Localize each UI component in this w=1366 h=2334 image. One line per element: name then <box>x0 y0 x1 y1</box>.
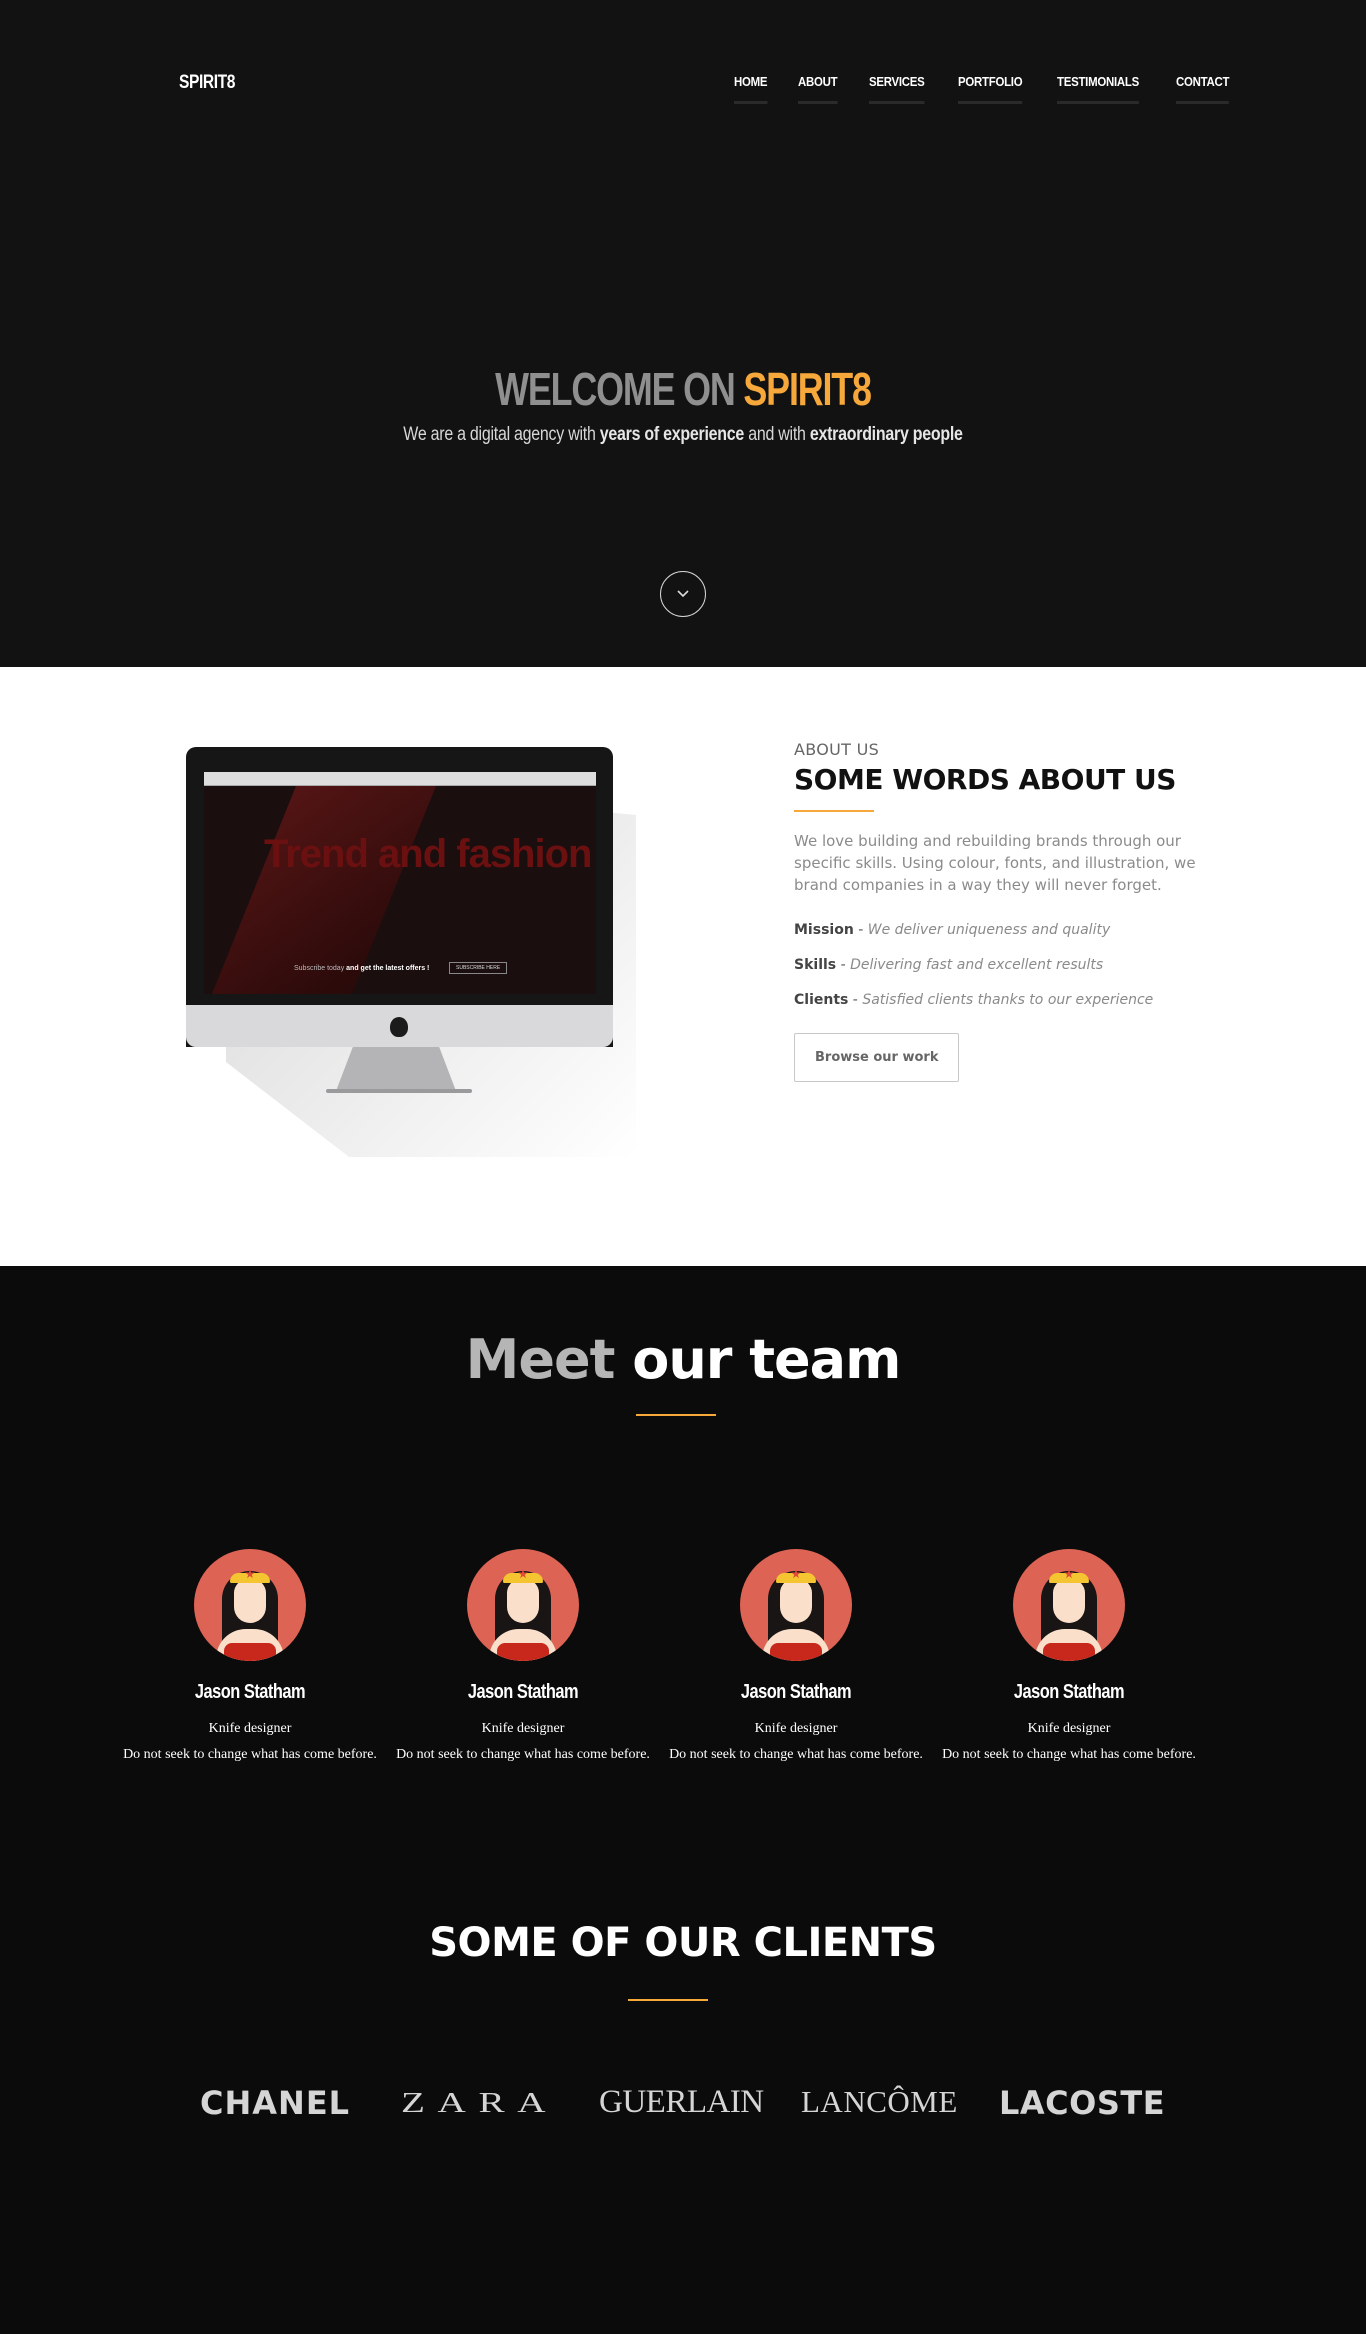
monitor-frame: Trend and fashion Subscribe today and ge… <box>186 747 613 1047</box>
about-item-text: We deliver uniqueness and quality <box>867 922 1111 938</box>
member-role: Knife designer <box>754 1721 838 1736</box>
screen-headline: Trend and fashion <box>264 832 592 876</box>
hero-sub-c: and with <box>748 424 806 445</box>
hero-title-part1: WELCOME ON <box>495 363 736 415</box>
hero-section: SPIRIT8 HOME ABOUT SERVICES PORTFOLIO TE… <box>0 0 1366 667</box>
screen-subscribe-a: Subscribe today <box>294 965 345 972</box>
team-title-b: our team <box>632 1328 901 1391</box>
about-list: Mission - We deliver uniqueness and qual… <box>794 922 1204 1008</box>
clients-title-a: SOME OF <box>429 1920 631 1966</box>
nav-portfolio[interactable]: PORTFOLIO <box>957 74 1022 104</box>
team-title: Meet our team <box>0 1328 1366 1391</box>
about-item-label: Mission <box>794 922 854 938</box>
clients-title: SOME OF OUR CLIENTS <box>0 1920 1366 1966</box>
about-item-mission: Mission - We deliver uniqueness and qual… <box>794 922 1111 938</box>
hero-sub-d: extraordinary people <box>809 424 963 445</box>
member-role: Knife designer <box>481 1721 565 1736</box>
member-role: Knife designer <box>208 1721 292 1736</box>
about-paragraph: We love building and rebuilding brands t… <box>794 832 1196 894</box>
member-description: Do not seek to change what has come befo… <box>396 1747 650 1762</box>
avatar <box>740 1549 852 1661</box>
client-logo-lancome: LANCÔME <box>801 2084 958 2119</box>
member-name: Jason Statham <box>1013 1681 1125 1703</box>
member-description: Do not seek to change what has come befo… <box>123 1747 377 1762</box>
browse-work-button[interactable]: Browse our work <box>794 1033 960 1082</box>
apple-logo-icon <box>390 1017 408 1037</box>
client-logo-chanel: CHANEL <box>200 2084 351 2122</box>
about-item-skills: Skills - Delivering fast and excellent r… <box>794 957 1104 973</box>
about-section: Trend and fashion Subscribe today and ge… <box>0 667 1366 1266</box>
about-divider <box>794 810 874 812</box>
screen-graphic <box>211 786 437 994</box>
client-logo-zara: ZARA <box>401 2088 559 2119</box>
member-description: Do not seek to change what has come befo… <box>669 1747 923 1762</box>
about-item-label: Clients <box>794 992 849 1008</box>
nav-home[interactable]: HOME <box>734 74 768 104</box>
screen-subscribe-b: and get the latest offers ! <box>346 965 430 972</box>
nav-about[interactable]: ABOUT <box>797 74 837 104</box>
client-logo-guerlain: GUERLAIN <box>599 2084 764 2120</box>
member-name: Jason Statham <box>194 1681 306 1703</box>
main-nav: HOME ABOUT SERVICES PORTFOLIO TESTIMONIA… <box>734 74 1262 104</box>
avatar <box>1013 1549 1125 1661</box>
monitor-base <box>326 1089 472 1093</box>
team-member: Jason Statham Knife designer Do not seek… <box>120 1549 380 1763</box>
nav-testimonials[interactable]: TESTIMONIALS <box>1056 74 1139 104</box>
clients-divider <box>628 1999 708 2001</box>
about-heading-a: SOME WORDS <box>794 763 1010 796</box>
avatar <box>194 1549 306 1661</box>
clients-section: SOME OF OUR CLIENTS CHANEL ZARA GUERLAIN… <box>0 1920 1366 2334</box>
team-title-a: Meet <box>465 1328 616 1391</box>
about-item-clients: Clients - Satisfied clients thanks to ou… <box>794 992 1154 1008</box>
about-item-text: Delivering fast and excellent results <box>850 957 1104 973</box>
scroll-down-button[interactable] <box>660 571 706 617</box>
team-section: Meet our team Jason Statham Knife design… <box>0 1266 1366 1920</box>
hero-subtitle: We are a digital agency with years of ex… <box>109 424 1256 446</box>
about-item-text: Satisfied clients thanks to our experien… <box>862 992 1154 1008</box>
monitor-illustration: Trend and fashion Subscribe today and ge… <box>186 747 656 1167</box>
hero-sub-b: years of experience <box>599 424 745 445</box>
team-divider <box>636 1414 716 1416</box>
about-item-label: Skills <box>794 957 837 973</box>
browser-bar <box>204 772 596 786</box>
member-role: Knife designer <box>1027 1721 1111 1736</box>
avatar <box>467 1549 579 1661</box>
nav-services[interactable]: SERVICES <box>868 74 924 104</box>
team-member: Jason Statham Knife designer Do not seek… <box>939 1549 1199 1763</box>
chevron-down-icon <box>677 590 689 598</box>
member-description: Do not seek to change what has come befo… <box>942 1747 1196 1762</box>
monitor-stand <box>336 1047 456 1091</box>
member-name: Jason Statham <box>467 1681 579 1703</box>
screen-subscribe-button: SUBSCRIBE HERE <box>449 962 508 974</box>
client-logo-lacoste: LACOSTE <box>999 2084 1166 2122</box>
monitor-screen: Trend and fashion Subscribe today and ge… <box>204 772 596 994</box>
clients-title-b: OUR CLIENTS <box>644 1920 937 1966</box>
about-eyebrow: ABOUT US <box>794 740 880 759</box>
about-heading: SOME WORDS ABOUT US <box>794 763 1204 796</box>
hero-title: WELCOME ON SPIRIT8 <box>150 362 1215 416</box>
nav-contact[interactable]: CONTACT <box>1175 74 1229 104</box>
hero-title-part2: SPIRIT8 <box>743 363 872 415</box>
site-logo[interactable]: SPIRIT8 <box>179 72 235 94</box>
about-heading-b: ABOUT US <box>1018 763 1177 796</box>
screen-subscribe-text: Subscribe today and get the latest offer… <box>294 965 429 972</box>
team-member: Jason Statham Knife designer Do not seek… <box>393 1549 653 1763</box>
member-name: Jason Statham <box>740 1681 852 1703</box>
team-member: Jason Statham Knife designer Do not seek… <box>666 1549 926 1763</box>
about-content: ABOUT US SOME WORDS ABOUT US We love bui… <box>794 740 1204 1082</box>
hero-sub-a: We are a digital agency with <box>403 424 596 445</box>
